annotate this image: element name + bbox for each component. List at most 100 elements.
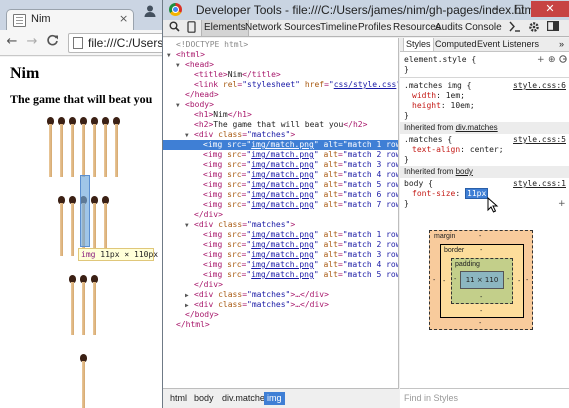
- dock-side-icon[interactable]: [546, 21, 560, 35]
- tab-elements[interactable]: Elements: [201, 20, 249, 36]
- rule-matches-selector[interactable]: .matches {: [404, 135, 452, 145]
- dom-node[interactable]: ▼ <div class="matches">: [163, 130, 398, 140]
- prop-text-align[interactable]: text-align: center;: [412, 145, 504, 155]
- element-style-selector[interactable]: element.style {: [404, 55, 476, 65]
- dom-token[interactable]: img/match.png: [251, 150, 314, 159]
- dom-node[interactable]: ▼ <head>: [163, 60, 398, 70]
- forward-arrow-icon[interactable]: →: [24, 34, 40, 50]
- dom-node[interactable]: ▶ <div class="matches">…</div>: [163, 290, 398, 300]
- match-image[interactable]: [90, 196, 99, 256]
- add-rule-icon[interactable]: +: [537, 55, 545, 65]
- dom-token[interactable]: img/match.png: [251, 190, 314, 199]
- match-image[interactable]: [79, 117, 88, 177]
- dom-node[interactable]: </body>: [163, 310, 398, 320]
- dom-node[interactable]: <img src="img/match.png" alt="match 2 ro…: [163, 240, 398, 250]
- inherited-link-body[interactable]: body: [456, 167, 473, 176]
- dom-token[interactable]: img/match.png: [251, 170, 314, 179]
- dom-node[interactable]: <img src="img/match.png" alt="match 1 ro…: [163, 230, 398, 240]
- rule-body-source[interactable]: style.css:1: [513, 179, 566, 189]
- inherited-link-div-matches[interactable]: div.matches: [456, 123, 498, 132]
- dom-node[interactable]: ▶ <div class="matches">…</div>: [163, 300, 398, 310]
- prop-width[interactable]: width: 1em;: [412, 91, 465, 101]
- tab-timeline[interactable]: Timeline: [318, 20, 359, 36]
- rule-matches-source[interactable]: style.css:5: [513, 135, 566, 145]
- dom-node[interactable]: <img src="img/match.png" alt="match 6 ro…: [163, 190, 398, 200]
- subtab-computed[interactable]: Computed: [433, 38, 479, 51]
- match-image[interactable]: [112, 117, 121, 177]
- close-window-button[interactable]: ✕: [531, 1, 569, 17]
- dom-node[interactable]: <link rel="stylesheet" href="css/style.c…: [163, 80, 398, 90]
- subtab-event-listeners[interactable]: Event Listeners: [475, 38, 541, 51]
- dom-token[interactable]: img/match.png: [251, 260, 314, 269]
- dom-node[interactable]: <img src="img/match.png" alt="match 4 ro…: [163, 260, 398, 270]
- match-image[interactable]: [68, 196, 77, 256]
- tab-console[interactable]: Console: [463, 20, 504, 36]
- match-image[interactable]: [68, 117, 77, 177]
- address-url[interactable]: file:///C:/Users/james/nim/gh-pages/inde…: [88, 36, 167, 50]
- breadcrumb-html[interactable]: html: [167, 392, 190, 405]
- rule-matches-img-selector[interactable]: .matches img {: [404, 81, 471, 91]
- dom-node[interactable]: <img src="img/match.png" alt="match 5 ro…: [163, 180, 398, 190]
- dom-token[interactable]: css/style.css: [334, 80, 397, 89]
- dom-node[interactable]: </div>: [163, 210, 398, 220]
- dom-node-selected[interactable]: <img src="img/match.png" alt="match 1 ro…: [163, 140, 398, 150]
- prop-font-size-editor[interactable]: 11px: [465, 188, 489, 199]
- dom-node[interactable]: ▼ <html>: [163, 50, 398, 60]
- add-property-icon[interactable]: +: [558, 199, 566, 209]
- match-image[interactable]: [101, 196, 110, 256]
- breadcrumb-body[interactable]: body: [191, 392, 217, 405]
- match-image[interactable]: [90, 117, 99, 177]
- rule-matches-img-source[interactable]: style.css:6: [513, 81, 566, 91]
- tab-profiles[interactable]: Profiles: [356, 20, 393, 36]
- dom-node[interactable]: ▼ <div class="matches">: [163, 220, 398, 230]
- dom-node[interactable]: ▼ <body>: [163, 100, 398, 110]
- match-image[interactable]: [101, 117, 110, 177]
- dom-node[interactable]: <img src="img/match.png" alt="match 7 ro…: [163, 200, 398, 210]
- back-arrow-icon[interactable]: ←: [4, 34, 20, 50]
- dom-node[interactable]: </head>: [163, 90, 398, 100]
- browser-tab[interactable]: Nim ×: [6, 9, 134, 31]
- match-image[interactable]: [79, 354, 88, 408]
- dom-token[interactable]: img/match.png: [251, 250, 314, 259]
- match-image[interactable]: [57, 117, 66, 177]
- tab-network[interactable]: Network: [243, 20, 284, 36]
- match-image[interactable]: [57, 196, 66, 256]
- match-image[interactable]: [68, 275, 77, 335]
- color-format-icon[interactable]: [559, 55, 567, 66]
- dom-node[interactable]: </div>: [163, 280, 398, 290]
- dom-node[interactable]: <img src="img/match.png" alt="match 5 ro…: [163, 270, 398, 280]
- dom-node[interactable]: </html>: [163, 320, 398, 330]
- dom-tree[interactable]: <!DOCTYPE html> ▼ <html> ▼ <head> <title>Nim<…: [163, 38, 399, 388]
- inspect-search-icon[interactable]: [167, 21, 181, 35]
- settings-gear-icon[interactable]: [527, 21, 541, 35]
- address-bar[interactable]: file:///C:/Users/james/nim/gh-pages/inde…: [68, 33, 167, 53]
- subtab-styles[interactable]: Styles: [403, 38, 434, 51]
- dom-token[interactable]: img/match.png: [251, 240, 314, 249]
- prop-height[interactable]: height: 10em;: [412, 101, 475, 111]
- device-mode-icon[interactable]: [184, 21, 198, 35]
- toggle-state-icon[interactable]: ⊕: [548, 55, 556, 65]
- dom-token[interactable]: img/match.png: [251, 180, 314, 189]
- dom-node[interactable]: <img src="img/match.png" alt="match 4 ro…: [163, 170, 398, 180]
- dom-token[interactable]: img/match.png: [251, 160, 314, 169]
- dom-node[interactable]: <img src="img/match.png" alt="match 2 ro…: [163, 150, 398, 160]
- match-image[interactable]: [46, 117, 55, 177]
- dom-node[interactable]: <img src="img/match.png" alt="match 3 ro…: [163, 250, 398, 260]
- prop-font-size[interactable]: font-size: 11px: [412, 188, 489, 199]
- tab-close-icon[interactable]: ×: [119, 12, 128, 25]
- breadcrumb-img[interactable]: img: [264, 392, 285, 405]
- find-in-styles-field[interactable]: Find in Styles: [400, 388, 569, 408]
- dom-token[interactable]: img/match.png: [251, 140, 314, 149]
- minimize-button[interactable]: –: [485, 1, 507, 17]
- dom-token[interactable]: img/match.png: [251, 200, 314, 209]
- subtab-more[interactable]: »: [557, 38, 566, 51]
- dom-node[interactable]: <!DOCTYPE html>: [163, 40, 398, 50]
- console-drawer-icon[interactable]: [508, 21, 522, 35]
- dom-node[interactable]: <title>Nim</title>: [163, 70, 398, 80]
- tab-sources[interactable]: Sources: [282, 20, 323, 36]
- dom-node[interactable]: <h2>The game that will beat you</h2>: [163, 120, 398, 130]
- reload-icon[interactable]: [44, 34, 60, 50]
- rule-body-selector[interactable]: body {: [404, 179, 433, 189]
- user-profile-icon[interactable]: [141, 4, 159, 20]
- dom-token[interactable]: img/match.png: [251, 230, 314, 239]
